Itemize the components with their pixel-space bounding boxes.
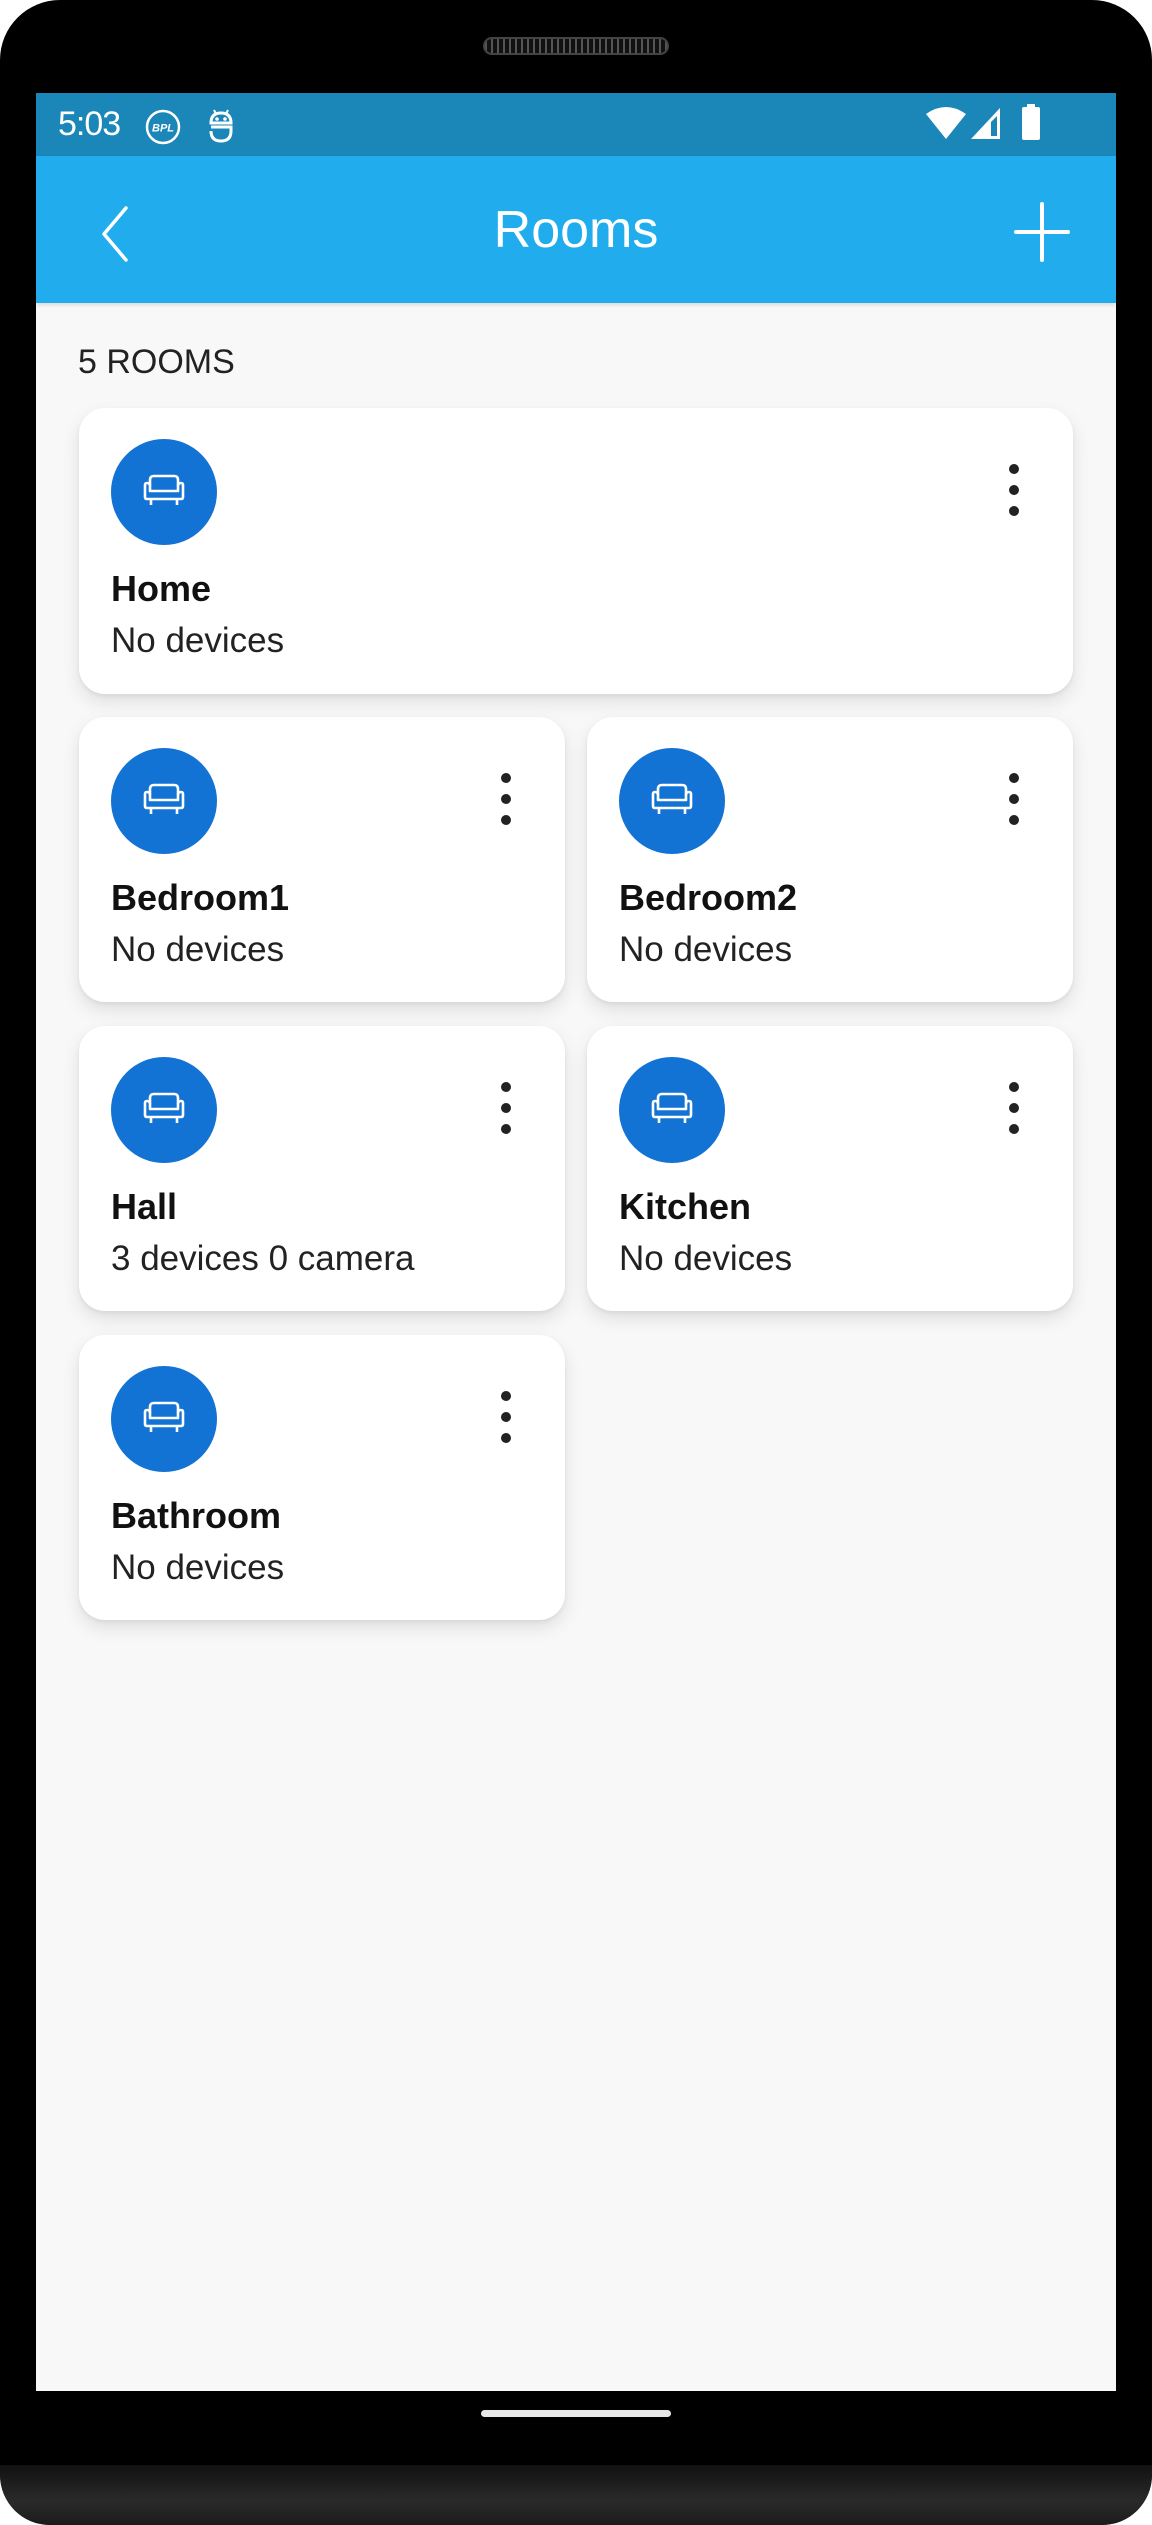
- battery-icon: [1021, 104, 1041, 145]
- sofa-icon: [649, 1091, 695, 1130]
- dot: [501, 815, 511, 825]
- room-more-options-button[interactable]: [486, 1385, 526, 1449]
- room-name: Bathroom: [111, 1495, 281, 1536]
- dot: [1009, 815, 1019, 825]
- room-icon: [619, 1057, 725, 1163]
- room-more-options-button[interactable]: [486, 767, 526, 831]
- room-card[interactable]: Bedroom2 No devices: [587, 717, 1073, 1002]
- dot: [1009, 794, 1019, 804]
- cellular-signal-icon: [970, 106, 1002, 145]
- room-more-options-button[interactable]: [486, 1076, 526, 1140]
- app-bar: Rooms: [36, 156, 1116, 303]
- room-card[interactable]: Bathroom No devices: [79, 1335, 565, 1620]
- room-device-status: No devices: [619, 930, 793, 969]
- room-icon: [111, 439, 217, 545]
- dot: [501, 773, 511, 783]
- dot: [1009, 773, 1019, 783]
- dot: [1009, 1103, 1019, 1113]
- dot: [501, 1082, 511, 1092]
- screen: 5:03 BPL Rooms 5 ROOMS Home No devices B…: [36, 93, 1116, 2391]
- room-name: Home: [111, 568, 212, 609]
- sofa-icon: [649, 782, 695, 821]
- room-icon: [111, 1057, 217, 1163]
- dot: [1009, 1124, 1019, 1134]
- room-device-status: 3 devices 0 camera: [111, 1239, 415, 1278]
- android-debug-icon: [206, 107, 236, 150]
- rooms-count-label: 5 ROOMS: [78, 343, 235, 381]
- room-more-options-button[interactable]: [994, 1076, 1034, 1140]
- room-icon: [111, 748, 217, 854]
- sofa-icon: [141, 1400, 187, 1439]
- room-name: Bedroom1: [111, 877, 290, 918]
- room-device-status: No devices: [619, 1239, 793, 1278]
- gesture-nav-handle[interactable]: [481, 2410, 671, 2417]
- phone-frame: 5:03 BPL Rooms 5 ROOMS Home No devices B…: [0, 0, 1152, 2525]
- page-title: Rooms: [493, 201, 659, 259]
- room-name: Kitchen: [619, 1186, 752, 1227]
- status-time: 5:03: [58, 105, 121, 143]
- add-room-button[interactable]: [1006, 196, 1078, 268]
- earpiece-speaker: [483, 37, 669, 55]
- dot: [1009, 464, 1019, 474]
- room-card[interactable]: Hall 3 devices 0 camera: [79, 1026, 565, 1311]
- dot: [501, 1391, 511, 1401]
- dot: [501, 1412, 511, 1422]
- room-name: Bedroom2: [619, 877, 798, 918]
- wifi-icon: [926, 106, 966, 145]
- room-device-status: No devices: [111, 930, 285, 969]
- dot: [501, 794, 511, 804]
- room-more-options-button[interactable]: [994, 458, 1034, 522]
- dot: [1009, 506, 1019, 516]
- sofa-icon: [141, 1091, 187, 1130]
- room-device-status: No devices: [111, 621, 285, 660]
- dot: [1009, 1082, 1019, 1092]
- room-card[interactable]: Home No devices: [79, 408, 1073, 694]
- room-more-options-button[interactable]: [994, 767, 1034, 831]
- dot: [501, 1103, 511, 1113]
- room-icon: [619, 748, 725, 854]
- dot: [501, 1433, 511, 1443]
- svg-text:BPL: BPL: [152, 123, 174, 135]
- sofa-icon: [141, 782, 187, 821]
- room-icon: [111, 1366, 217, 1472]
- room-name: Hall: [111, 1186, 178, 1227]
- phone-chin: [0, 2465, 1152, 2525]
- room-card[interactable]: Kitchen No devices: [587, 1026, 1073, 1311]
- dot: [1009, 485, 1019, 495]
- dot: [501, 1124, 511, 1134]
- bpl-icon: BPL: [144, 108, 182, 151]
- room-card[interactable]: Bedroom1 No devices: [79, 717, 565, 1002]
- plus-icon: [1014, 202, 1070, 262]
- sofa-icon: [141, 473, 187, 512]
- status-bar: 5:03 BPL: [36, 93, 1116, 156]
- room-device-status: No devices: [111, 1548, 285, 1587]
